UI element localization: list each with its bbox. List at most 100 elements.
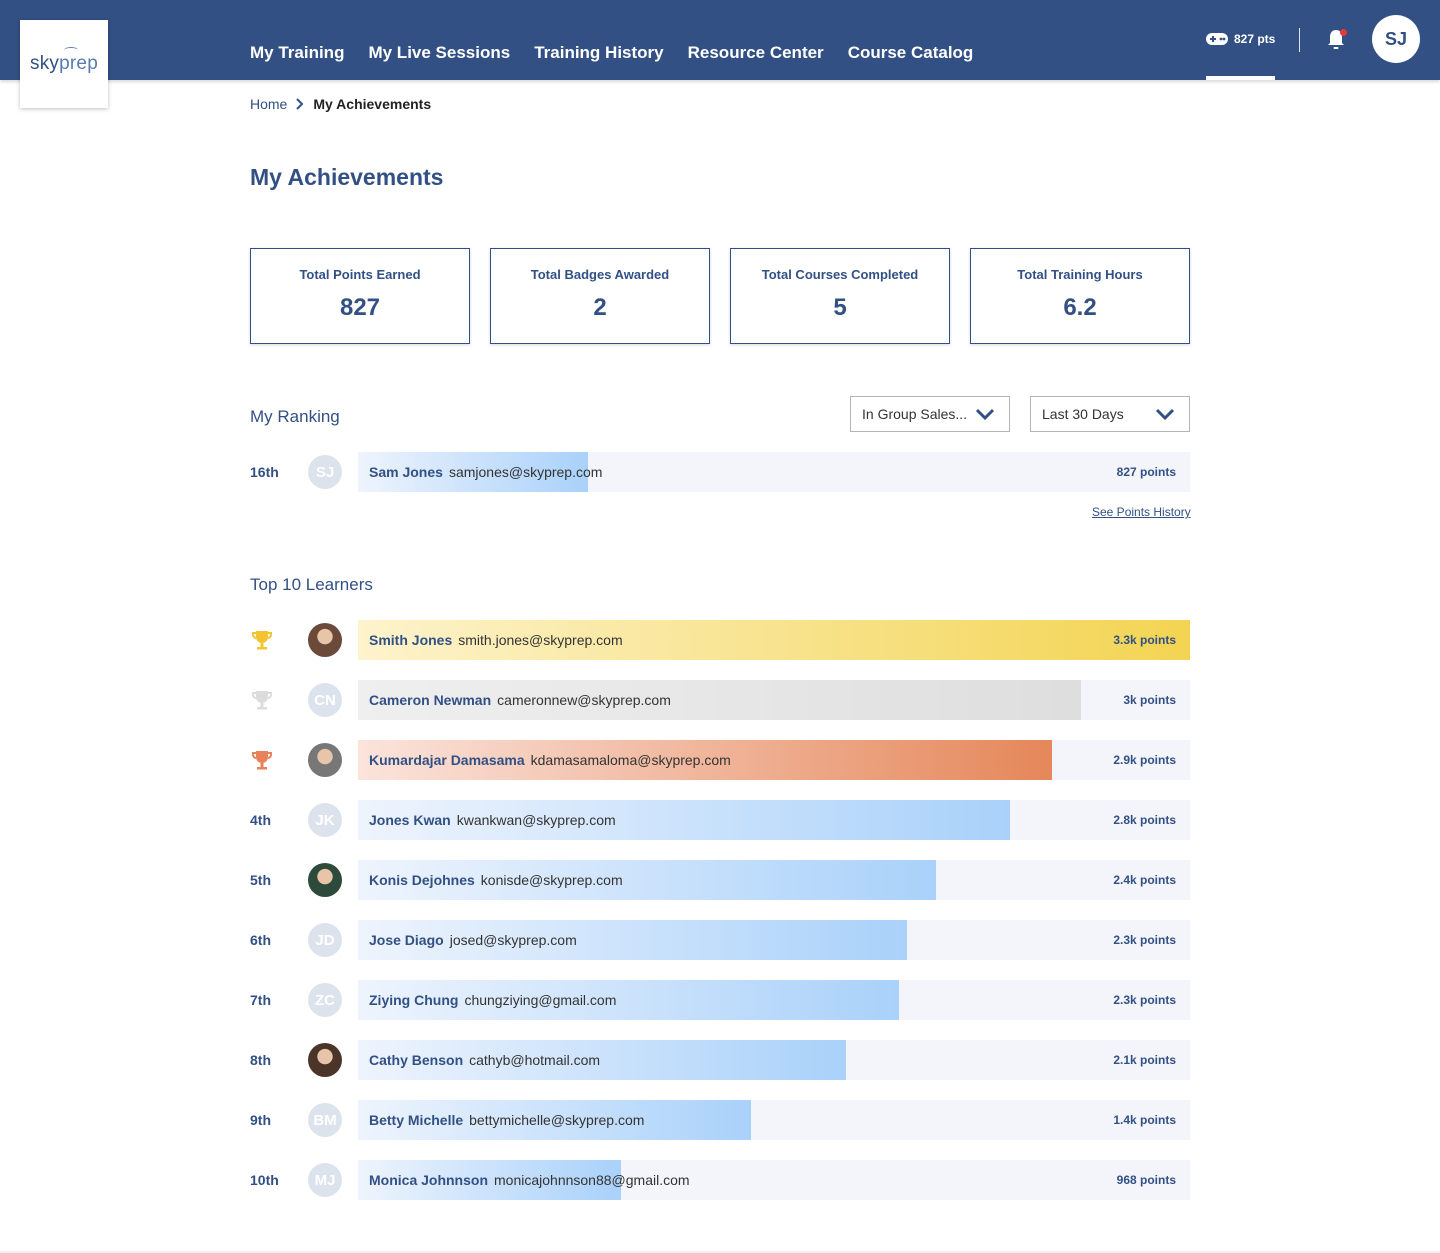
logo-arc-icon bbox=[64, 47, 79, 53]
learner-email: smith.jones@skyprep.com bbox=[458, 632, 623, 648]
nav-my-live-sessions[interactable]: My Live Sessions bbox=[368, 43, 510, 63]
points-value: 2.3k points bbox=[1113, 933, 1176, 947]
learner-email: samjones@skyprep.com bbox=[448, 464, 603, 480]
my-ranking-row: 16th SJ Sam Jones samjones@skyprep.com 82… bbox=[250, 452, 1190, 492]
chevron-right-icon bbox=[296, 98, 304, 110]
stats-cards: Total Points Earned 827 Total Badges Awa… bbox=[250, 248, 1190, 344]
points-value: 3.3k points bbox=[1113, 633, 1176, 647]
see-points-history-link[interactable]: See Points History bbox=[1092, 505, 1191, 519]
points-value: 2.1k points bbox=[1113, 1053, 1176, 1067]
trophy-gold-icon bbox=[252, 631, 272, 650]
nav-resource-center[interactable]: Resource Center bbox=[688, 43, 824, 63]
stat-card-hours: Total Training Hours 6.2 bbox=[970, 248, 1190, 344]
points-value: 2.8k points bbox=[1113, 813, 1176, 827]
learner-name: Jones Kwan bbox=[369, 812, 451, 828]
logo-text: skyprep bbox=[30, 47, 98, 75]
points-track: Sam Jones samjones@skyprep.com 827 points bbox=[358, 452, 1190, 492]
period-filter-select[interactable]: Last 30 Days bbox=[1030, 396, 1190, 432]
avatar: SJ bbox=[308, 455, 342, 489]
points-value: 2.3k points bbox=[1113, 993, 1176, 1007]
notification-dot bbox=[1340, 29, 1347, 36]
points-track: Jones Kwan kwankwan@skyprep.com 2.8k poin… bbox=[358, 800, 1190, 840]
avatar: BM bbox=[308, 1103, 342, 1137]
user-avatar[interactable]: SJ bbox=[1372, 15, 1420, 63]
breadcrumb-home[interactable]: Home bbox=[250, 96, 287, 112]
avatar: CN bbox=[308, 683, 342, 717]
learner-info: Cathy Benson cathyb@hotmail.com bbox=[369, 1052, 600, 1068]
learner-row: 5th Konis Dejohnes konisde@skyprep.com 2.… bbox=[250, 860, 1190, 900]
learner-name: Konis Dejohnes bbox=[369, 872, 475, 888]
points-value: 827 points bbox=[1116, 465, 1176, 479]
learner-row: 10th MJ Monica Johnnson monicajohnnson88@g… bbox=[250, 1160, 1190, 1200]
points-value: 3k points bbox=[1123, 693, 1176, 707]
learner-info: Kumardajar Damasama kdamasamaloma@skyprep… bbox=[369, 752, 731, 768]
chevron-down-icon bbox=[1155, 408, 1175, 421]
trophy-bronze-icon bbox=[252, 751, 272, 770]
stat-value: 6.2 bbox=[1063, 294, 1097, 321]
learner-info: Smith Jones smith.jones@skyprep.com bbox=[369, 632, 623, 648]
rank-label: 9th bbox=[250, 1112, 271, 1128]
rank-label: 4th bbox=[250, 812, 271, 828]
points-indicator[interactable]: 827 pts bbox=[1206, 32, 1275, 46]
learner-email: kwankwan@skyprep.com bbox=[456, 812, 616, 828]
stat-label: Total Points Earned bbox=[299, 267, 421, 282]
learner-row: 6th JD Jose Diago josed@skyprep.com 2.3k p… bbox=[250, 920, 1190, 960]
header-divider bbox=[1299, 28, 1300, 52]
avatar: JK bbox=[308, 803, 342, 837]
learner-name: Cathy Benson bbox=[369, 1052, 464, 1068]
learner-email: monicajohnnson88@gmail.com bbox=[494, 1172, 690, 1188]
breadcrumb: Home My Achievements bbox=[250, 96, 431, 112]
stat-value: 2 bbox=[593, 294, 607, 321]
rank-label: 5th bbox=[250, 872, 271, 888]
trophy-silver-icon bbox=[252, 691, 272, 710]
learner-name: Sam Jones bbox=[369, 464, 443, 480]
rank-label: 7th bbox=[250, 992, 271, 1008]
learner-info: Betty Michelle bettymichelle@skyprep.com bbox=[369, 1112, 644, 1128]
points-value: 968 points bbox=[1116, 1173, 1176, 1187]
stat-card-courses: Total Courses Completed 5 bbox=[730, 248, 950, 344]
page-title: My Achievements bbox=[250, 164, 444, 190]
learner-name: Betty Michelle bbox=[369, 1112, 464, 1128]
stat-label: Total Training Hours bbox=[1017, 267, 1143, 282]
points-track: Smith Jones smith.jones@skyprep.com 3.3k … bbox=[358, 620, 1190, 660]
avatar-photo bbox=[308, 863, 342, 897]
learner-row: CN Cameron Newman cameronnew@skyprep.com … bbox=[250, 680, 1190, 720]
group-filter-select[interactable]: In Group Sales... bbox=[850, 396, 1010, 432]
points-track: Ziying Chung chungziying@gmail.com 2.3k p… bbox=[358, 980, 1190, 1020]
learner-info: Cameron Newman cameronnew@skyprep.com bbox=[369, 692, 671, 708]
learner-row: 4th JK Jones Kwan kwankwan@skyprep.com 2.8… bbox=[250, 800, 1190, 840]
gamepad-icon bbox=[1206, 33, 1228, 45]
learner-row: 9th BM Betty Michelle bettymichelle@skypre… bbox=[250, 1100, 1190, 1140]
nav-my-training[interactable]: My Training bbox=[250, 43, 344, 63]
avatar: ZC bbox=[308, 983, 342, 1017]
group-filter-value: In Group Sales... bbox=[862, 406, 968, 422]
learner-info: Ziying Chung chungziying@gmail.com bbox=[369, 992, 616, 1008]
learner-email: kdamasamaloma@skyprep.com bbox=[530, 752, 731, 768]
stat-value: 5 bbox=[833, 294, 847, 321]
points-track: Konis Dejohnes konisde@skyprep.com 2.4k p… bbox=[358, 860, 1190, 900]
rank-label: 10th bbox=[250, 1172, 279, 1188]
points-value: 1.4k points bbox=[1113, 1113, 1176, 1127]
main-nav: My Training My Live Sessions Training Hi… bbox=[250, 43, 973, 63]
avatar-photo bbox=[308, 623, 342, 657]
learner-row: Kumardajar Damasama kdamasamaloma@skyprep… bbox=[250, 740, 1190, 780]
learner-info: Konis Dejohnes konisde@skyprep.com bbox=[369, 872, 623, 888]
breadcrumb-current: My Achievements bbox=[313, 96, 432, 112]
learner-name: Cameron Newman bbox=[369, 692, 492, 708]
learner-name: Jose Diago bbox=[369, 932, 444, 948]
avatar: JD bbox=[308, 923, 342, 957]
rank-label: 16th bbox=[250, 464, 279, 480]
skyprep-logo[interactable]: skyprep bbox=[20, 20, 108, 108]
nav-course-catalog[interactable]: Course Catalog bbox=[848, 43, 974, 63]
learner-info: Monica Johnnson monicajohnnson88@gmail.co… bbox=[369, 1172, 690, 1188]
learner-row: Smith Jones smith.jones@skyprep.com 3.3k … bbox=[250, 620, 1190, 660]
stat-card-points: Total Points Earned 827 bbox=[250, 248, 470, 344]
learner-name: Smith Jones bbox=[369, 632, 453, 648]
points-track: Cameron Newman cameronnew@skyprep.com 3k … bbox=[358, 680, 1190, 720]
nav-training-history[interactable]: Training History bbox=[534, 43, 663, 63]
my-ranking-title: My Ranking bbox=[250, 407, 340, 426]
period-filter-value: Last 30 Days bbox=[1042, 406, 1124, 422]
learner-email: josed@skyprep.com bbox=[449, 932, 577, 948]
learner-row: 8th Cathy Benson cathyb@hotmail.com 2.1k … bbox=[250, 1040, 1190, 1080]
top-navigation-bar: My Training My Live Sessions Training Hi… bbox=[0, 0, 1440, 80]
